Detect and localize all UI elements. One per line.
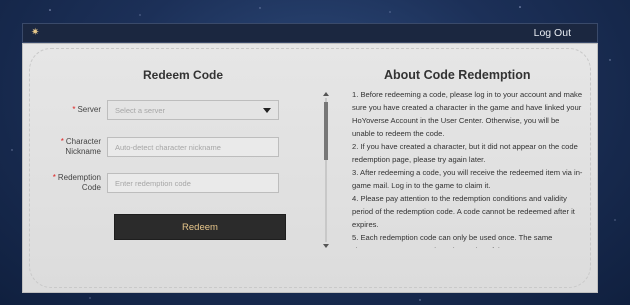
scroll-down-arrow-icon[interactable] (323, 244, 329, 248)
redeem-form-title: Redeem Code (143, 68, 224, 82)
logout-link[interactable]: Log Out (534, 27, 571, 39)
about-paragraph: 1. Before redeeming a code, please log i… (352, 90, 583, 138)
sparkle-logo-icon: ✷ (31, 27, 40, 38)
chevron-down-icon (263, 107, 271, 113)
required-asterisk: * (52, 173, 56, 182)
scroll-thumb[interactable] (324, 102, 328, 160)
redeem-form: Redeem Code * Server Select a server * Cha… (23, 44, 323, 292)
about-paragraph: 5. Each redemption code can only be used… (352, 233, 553, 248)
required-asterisk: * (72, 105, 76, 114)
redemption-code-input[interactable]: Enter redemption code (107, 173, 279, 193)
top-bar: ✷ Log Out (22, 23, 598, 43)
about-paragraph: 2. If you have created a character, but … (352, 142, 578, 164)
about-title: About Code Redemption (384, 68, 531, 82)
nickname-field[interactable]: Auto-detect character nickname (107, 137, 279, 157)
redemption-code-label: * Redemption Code (52, 173, 101, 192)
about-text: 1. Before redeeming a code, please log i… (352, 88, 584, 248)
about-paragraph: 3. After redeeming a code, you will rece… (352, 168, 583, 190)
server-label: * Server (72, 105, 101, 114)
about-paragraph: 4. Please pay attention to the redemptio… (352, 194, 575, 229)
scroll-up-arrow-icon[interactable] (323, 92, 329, 96)
nickname-label: * Character Nickname (60, 137, 101, 156)
redeem-panel: Redeem Code * Server Select a server * Cha… (22, 43, 598, 293)
nickname-row: * Character Nickname Auto-detect characte… (23, 137, 323, 157)
server-select[interactable]: Select a server (107, 100, 279, 120)
server-row: * Server Select a server (23, 100, 323, 120)
redeem-button[interactable]: Redeem (114, 214, 286, 240)
about-scrollbar[interactable] (323, 92, 329, 248)
redemption-code-row: * Redemption Code Enter redemption code (23, 173, 323, 193)
required-asterisk: * (60, 137, 64, 146)
server-select-placeholder: Select a server (115, 105, 166, 115)
